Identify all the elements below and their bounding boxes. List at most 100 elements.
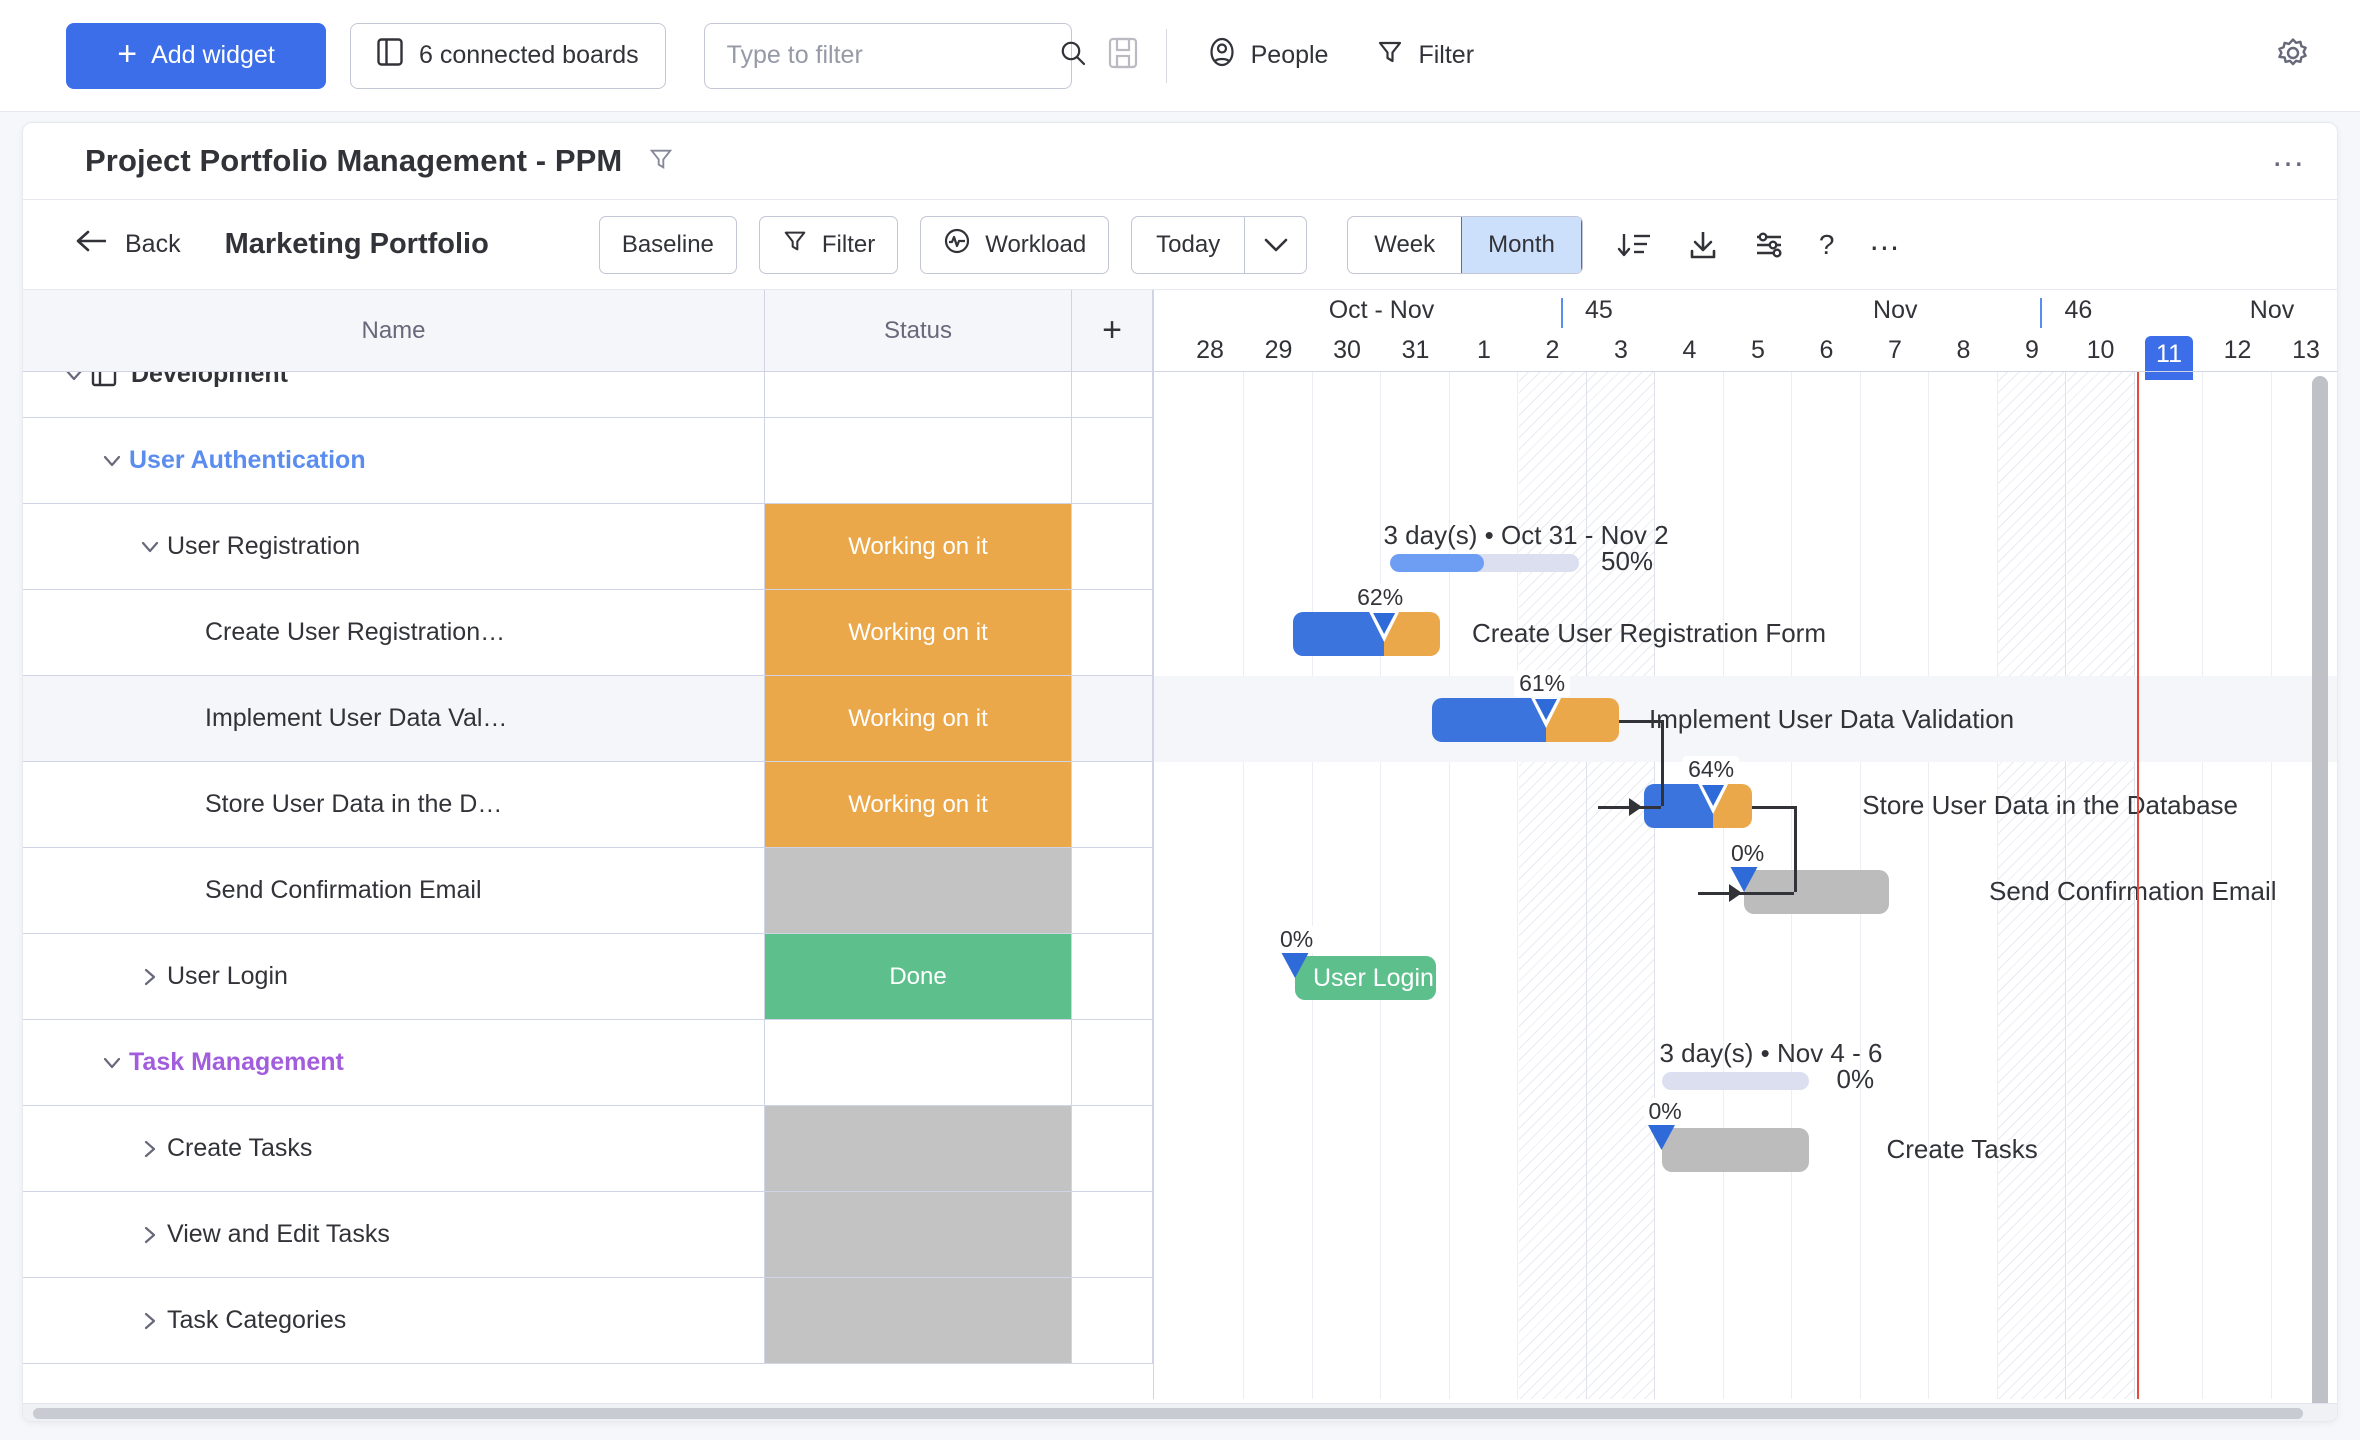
status-badge[interactable] [765, 848, 1072, 933]
timeline-day-label: 2 [1545, 336, 1560, 364]
row-spacer-cell [1072, 590, 1153, 675]
page-title: Project Portfolio Management - PPM [85, 143, 623, 178]
chevron-down-icon[interactable] [133, 539, 167, 555]
status-badge[interactable]: Working on it [765, 676, 1072, 761]
chevron-down-icon[interactable] [1244, 216, 1306, 273]
status-badge[interactable] [765, 1020, 1072, 1105]
zoom-week-option[interactable]: Week [1348, 217, 1461, 273]
column-header-status[interactable]: Status [765, 290, 1072, 371]
chevron-right-icon[interactable] [133, 967, 167, 987]
connected-boards-button[interactable]: 6 connected boards [350, 22, 666, 89]
table-row[interactable]: Create User Registration… Working on it [23, 590, 1153, 676]
table-row[interactable]: Send Confirmation Email [23, 848, 1153, 934]
table-row[interactable]: Task Management [23, 1020, 1153, 1106]
week-number-label: 46 [2064, 296, 2093, 324]
column-header-name[interactable]: Name [23, 290, 765, 371]
table-row[interactable]: Implement User Data Val… Working on it [23, 676, 1153, 762]
people-button[interactable]: People [1195, 29, 1341, 82]
row-spacer-cell [1072, 934, 1153, 1019]
today-button[interactable]: Today [1132, 217, 1244, 273]
save-icon[interactable] [1108, 37, 1138, 74]
horizontal-scrollbar-thumb[interactable] [33, 1408, 2303, 1419]
chevron-right-icon[interactable] [133, 1225, 167, 1245]
chevron-down-icon[interactable] [95, 453, 129, 469]
person-icon [1207, 37, 1237, 74]
timeline-header-divider [1154, 371, 2337, 372]
row-name-cell[interactable]: View and Edit Tasks [23, 1192, 765, 1277]
row-name-label: Implement User Data Val… [205, 704, 508, 732]
status-badge[interactable]: Working on it [765, 504, 1072, 589]
add-widget-button[interactable]: + Add widget [66, 22, 326, 89]
row-name-cell[interactable]: User Registration [23, 504, 765, 589]
table-row[interactable]: View and Edit Tasks [23, 1192, 1153, 1278]
sort-icon[interactable] [1617, 230, 1653, 260]
bar-progress-label: 64% [1683, 756, 1740, 783]
gantt-toolbar: Back Marketing Portfolio Baseline Filter… [23, 199, 2337, 289]
plus-icon: + [117, 34, 138, 73]
add-column-button[interactable]: + [1072, 290, 1153, 371]
row-name-cell[interactable]: Store User Data in the D… [23, 762, 765, 847]
filter-button[interactable]: Filter [1364, 30, 1486, 81]
back-button[interactable]: Back [75, 228, 181, 261]
week-separator [2040, 298, 2043, 328]
row-name-cell[interactable]: Implement User Data Val… [23, 676, 765, 761]
widget-header: Project Portfolio Management - PPM … [23, 123, 2337, 199]
widget-filter-icon[interactable] [648, 146, 674, 177]
arrow-left-icon [75, 228, 109, 261]
timeline-day-label: 4 [1682, 336, 1697, 364]
table-rows: Development User Authentication User Regis… [23, 332, 1153, 1364]
status-badge[interactable]: Done [765, 934, 1072, 1019]
gantt-more-button[interactable]: … [1868, 223, 1902, 259]
row-name-cell[interactable]: User Authentication [23, 418, 765, 503]
help-icon[interactable]: ? [1819, 229, 1835, 261]
table-row[interactable]: User Registration Working on it [23, 504, 1153, 590]
week-number-label: 45 [1584, 296, 1613, 324]
funnel-icon [782, 228, 808, 261]
vertical-scrollbar[interactable] [2312, 376, 2328, 1421]
status-badge[interactable] [765, 1278, 1072, 1363]
timeline-day-label: 30 [1333, 336, 1361, 364]
status-badge[interactable] [765, 418, 1072, 503]
table-row[interactable]: Store User Data in the D… Working on it [23, 762, 1153, 848]
row-spacer-cell [1072, 848, 1153, 933]
settings-sliders-icon[interactable] [1753, 229, 1785, 261]
chevron-down-icon[interactable] [95, 1055, 129, 1071]
timeline-panel: Oct - Nov Nov Nov 45 46 28 29 30 31 1 2 3 4 5 6 7 8 9 10 1… [1153, 290, 2337, 1399]
table-row[interactable]: Task Categories [23, 1278, 1153, 1364]
row-name-label: Create Tasks [167, 1134, 313, 1162]
toolbar-divider [1165, 28, 1167, 83]
row-name-cell[interactable]: Task Management [23, 1020, 765, 1105]
gantt-filter-button[interactable]: Filter [758, 215, 899, 274]
row-name-cell[interactable]: Create Tasks [23, 1106, 765, 1191]
table-row[interactable]: Create Tasks [23, 1106, 1153, 1192]
row-name-cell[interactable]: Send Confirmation Email [23, 848, 765, 933]
horizontal-scrollbar-track[interactable] [23, 1403, 2337, 1421]
timeline-day-label: 13 [2292, 336, 2320, 364]
zoom-month-option[interactable]: Month [1461, 216, 1582, 273]
filter-search-box[interactable] [703, 22, 1085, 89]
row-spacer-cell [1072, 418, 1153, 503]
row-name-cell[interactable]: Task Categories [23, 1278, 765, 1363]
chevron-right-icon[interactable] [133, 1139, 167, 1159]
gear-icon[interactable] [2276, 36, 2310, 75]
bar-progress-label: 62% [1352, 584, 1409, 611]
timeline-day-label: 12 [2223, 336, 2252, 364]
widget-menu-button[interactable]: … [2271, 138, 2307, 176]
row-name-cell[interactable]: User Login [23, 934, 765, 1019]
workload-button[interactable]: Workload [920, 215, 1110, 274]
status-badge[interactable]: Working on it [765, 762, 1072, 847]
search-input[interactable] [726, 41, 1049, 70]
search-icon[interactable] [1059, 39, 1087, 72]
status-badge[interactable] [765, 1192, 1072, 1277]
table-row[interactable]: User Login Done [23, 934, 1153, 1020]
status-badge[interactable]: Working on it [765, 590, 1072, 675]
download-icon[interactable] [1687, 229, 1719, 261]
table-row[interactable]: User Authentication [23, 418, 1153, 504]
baseline-button[interactable]: Baseline [598, 215, 737, 274]
gantt-filter-label: Filter [821, 230, 876, 258]
timeline-body: 3 day(s) • Oct 31 - Nov 2 50% 62% Create Us… [1154, 372, 2337, 1399]
row-name-label: User Registration [167, 532, 361, 560]
chevron-right-icon[interactable] [133, 1311, 167, 1331]
row-name-cell[interactable]: Create User Registration… [23, 590, 765, 675]
status-badge[interactable] [765, 1106, 1072, 1191]
